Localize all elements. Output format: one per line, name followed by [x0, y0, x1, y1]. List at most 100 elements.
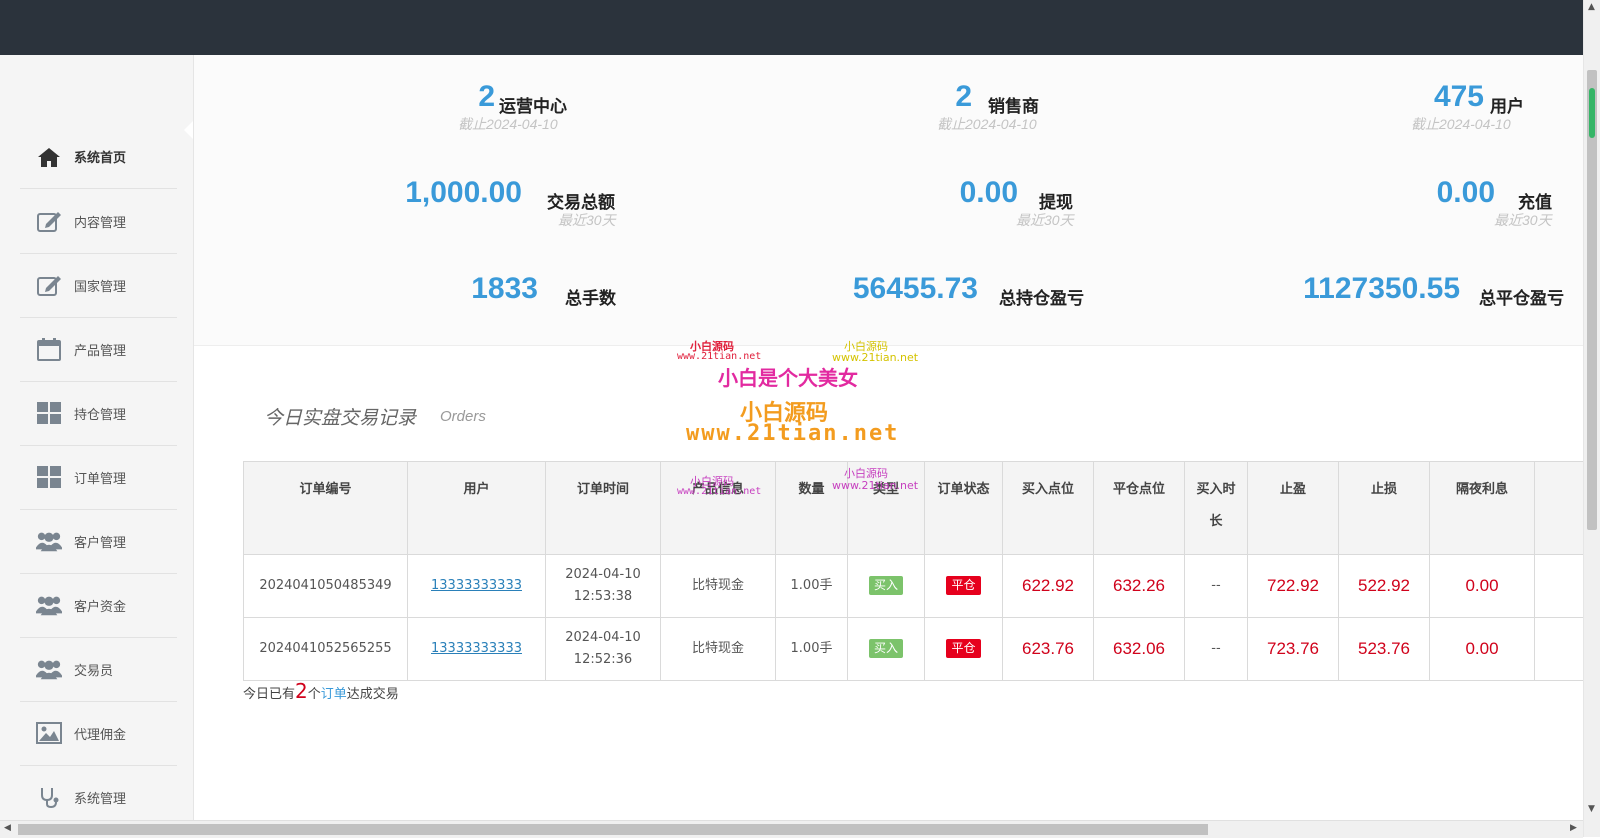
buy-price: 622.92	[1002, 554, 1094, 618]
stat-hold-pl: 56455.73 总持仓盈亏	[694, 272, 1094, 332]
calendar-icon	[36, 336, 62, 362]
order-date: 2024-04-10	[565, 567, 641, 582]
duration: --	[1184, 554, 1248, 618]
quantity: 1.00手	[775, 617, 848, 681]
stat-sub: 截止2024-04-10	[1411, 116, 1511, 132]
footer-prefix: 今日已有	[243, 687, 296, 702]
sidebar-item-customer-funds[interactable]: 客户资金	[20, 573, 177, 638]
grid-icon	[36, 464, 62, 490]
stat-total-lots: 1833 总手数	[194, 272, 624, 332]
stat-value: 0.00	[1436, 176, 1495, 209]
sidebar-item-system[interactable]: 系统管理	[20, 765, 177, 820]
table-row: 2024041052565255 13333333333 2024-04-10 1…	[243, 617, 1583, 681]
sidebar-item-traders[interactable]: 交易员	[20, 637, 177, 702]
duration: --	[1184, 617, 1248, 681]
sidebar-item-label: 产品管理	[74, 343, 127, 359]
footer-note: 今日已有2个订单达成交易	[243, 679, 399, 703]
sidebar-item-label: 系统首页	[74, 151, 127, 166]
stop-loss: 522.92	[1338, 554, 1430, 618]
sidebar-item-label: 系统管理	[74, 791, 127, 807]
scroll-down-icon[interactable]: ▼	[1588, 804, 1595, 814]
watermark: www.21tian.net	[832, 351, 919, 364]
sidebar-item-label: 代理佣金	[74, 727, 127, 743]
close-price: 632.06	[1093, 617, 1185, 681]
sidebar-item-content[interactable]: 内容管理	[20, 189, 177, 254]
scrollbar-thumb[interactable]	[1587, 70, 1597, 530]
col-header: 买入时长	[1184, 461, 1248, 555]
sidebar-item-country[interactable]: 国家管理	[20, 253, 177, 318]
sidebar-item-commission[interactable]: 代理佣金	[20, 701, 177, 766]
order-time: 2024-04-10 12:52:36	[545, 617, 661, 681]
col-header: 订单状态	[924, 461, 1003, 555]
type-cell: 买入	[847, 554, 925, 618]
scroll-indicator	[1589, 88, 1595, 138]
quantity: 1.00手	[775, 554, 848, 618]
stat-dealers: 2 销售商 截止2024-04-10	[852, 80, 1252, 140]
type-badge: 买入	[868, 576, 903, 595]
sidebar-item-product[interactable]: 产品管理	[20, 317, 177, 382]
overnight-interest: 0.00	[1429, 617, 1535, 681]
order-clock: 12:52:36	[573, 652, 633, 667]
sidebar-item-customers[interactable]: 客户管理	[20, 509, 177, 574]
edit-icon	[36, 208, 62, 234]
grid-icon	[36, 400, 62, 426]
overnight-interest: 0.00	[1429, 554, 1535, 618]
users-icon	[36, 592, 62, 618]
active-indicator	[184, 120, 193, 140]
table-header-row: 订单编号 用户 订单时间 产品信息 数量 类型 订单状态 买入点位 平仓点位 买…	[243, 461, 1583, 555]
close-price: 632.26	[1093, 554, 1185, 618]
col-header-empty	[1534, 461, 1583, 555]
user-link[interactable]: 13333333333	[431, 578, 522, 593]
status-cell: 平仓	[924, 617, 1003, 681]
watermark: www.21tian.net	[686, 421, 900, 446]
stethoscope-icon	[36, 784, 62, 810]
section-title: 今日实盘交易记录	[264, 407, 417, 429]
footer-mid: 个	[307, 687, 321, 702]
stat-trade-total: 1,000.00 交易总额 最近30天	[194, 176, 624, 236]
table-row: 2024041050485349 13333333333 2024-04-10 1…	[243, 554, 1583, 618]
user-cell: 13333333333	[407, 617, 546, 681]
col-header: 数量	[775, 461, 848, 555]
sidebar-item-home[interactable]: 系统首页	[20, 125, 177, 189]
users-icon	[36, 656, 62, 682]
stat-sub: 截止2024-04-10	[937, 116, 1037, 132]
sidebar-item-label: 客户资金	[74, 599, 127, 615]
stat-value: 2	[478, 80, 495, 113]
scroll-left-icon[interactable]: ◀	[4, 823, 11, 833]
stat-ops-center: 2 运营中心 截止2024-04-10	[375, 80, 775, 140]
horizontal-scrollbar[interactable]: ◀ ▶	[0, 820, 1583, 838]
scroll-right-icon[interactable]: ▶	[1570, 823, 1577, 833]
stat-withdraw: 0.00 提现 最近30天	[694, 176, 1094, 236]
type-badge: 买入	[868, 639, 903, 658]
footer-orders-link[interactable]: 订单	[321, 687, 347, 702]
watermark: 小白是个大美女	[718, 366, 858, 390]
order-id: 2024041050485349	[243, 554, 408, 618]
sidebar-item-orders[interactable]: 订单管理	[20, 445, 177, 510]
col-header: 平仓点位	[1093, 461, 1185, 555]
stat-label: 总平仓盈亏	[1479, 289, 1564, 309]
scroll-up-icon[interactable]: ▲	[1588, 2, 1595, 12]
col-header: 隔夜利息	[1429, 461, 1535, 555]
stat-label: 总手数	[565, 289, 616, 309]
stat-value: 1127350.55	[1303, 272, 1460, 305]
order-clock: 12:53:38	[573, 589, 633, 604]
col-header: 产品信息	[660, 461, 776, 555]
watermark: www.21tian.net	[677, 351, 762, 362]
footer-suffix: 达成交易	[346, 687, 399, 702]
stat-users: 475 用户 截止2024-04-10	[1322, 80, 1583, 140]
users-icon	[36, 528, 62, 554]
sidebar-item-label: 内容管理	[74, 215, 127, 231]
stat-value: 1833	[471, 272, 538, 305]
vertical-scrollbar[interactable]: ▲ ▼	[1583, 0, 1600, 837]
status-badge: 平仓	[946, 576, 981, 595]
user-link[interactable]: 13333333333	[431, 641, 522, 656]
home-icon	[36, 144, 62, 170]
scrollbar-thumb[interactable]	[18, 824, 1208, 835]
take-profit: 722.92	[1247, 554, 1339, 618]
sidebar-item-positions[interactable]: 持仓管理	[20, 381, 177, 446]
footer-count: 2	[295, 679, 308, 703]
sidebar-item-label: 交易员	[74, 663, 114, 679]
user-cell: 13333333333	[407, 554, 546, 618]
stat-sub: 最近30天	[1494, 212, 1552, 228]
order-id: 2024041052565255	[243, 617, 408, 681]
